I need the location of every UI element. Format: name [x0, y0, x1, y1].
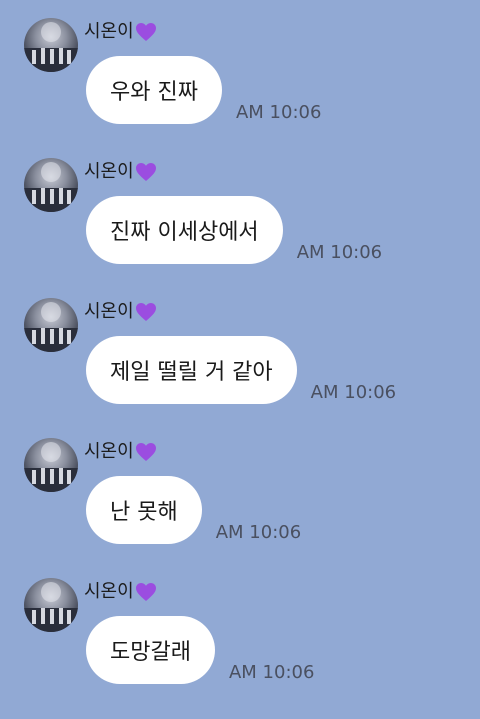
chat-message: 시온이 우와 진짜 AM 10:06: [0, 0, 480, 130]
purple-heart-icon: [135, 162, 157, 182]
message-time: AM 10:06: [228, 662, 315, 683]
avatar[interactable]: [24, 438, 78, 492]
purple-heart-icon: [135, 582, 157, 602]
chat-message: 시온이 진짜 이세상에서 AM 10:06: [0, 140, 480, 270]
avatar[interactable]: [24, 158, 78, 212]
sender-name: 시온이: [84, 21, 134, 42]
message-time: AM 10:06: [296, 242, 383, 263]
chat-message-list: 시온이 우와 진짜 AM 10:06 시온이 진짜 이세상에서 AM 10:06…: [0, 0, 480, 719]
message-time: AM 10:06: [215, 522, 302, 543]
avatar[interactable]: [24, 18, 78, 72]
sender-name: 시온이: [84, 581, 134, 602]
purple-heart-icon: [135, 302, 157, 322]
message-time: AM 10:06: [310, 382, 397, 403]
message-bubble[interactable]: 우와 진짜: [86, 56, 222, 124]
sender-name: 시온이: [84, 441, 134, 462]
chat-message: 시온이 난 못해 AM 10:06: [0, 420, 480, 550]
chat-message: 시온이 제일 떨릴 거 같아 AM 10:06: [0, 280, 480, 410]
message-bubble[interactable]: 난 못해: [86, 476, 202, 544]
sender-name: 시온이: [84, 161, 134, 182]
purple-heart-icon: [135, 442, 157, 462]
avatar[interactable]: [24, 298, 78, 352]
purple-heart-icon: [135, 22, 157, 42]
chat-message: 시온이 도망갈래 AM 10:06: [0, 560, 480, 690]
message-bubble[interactable]: 진짜 이세상에서: [86, 196, 283, 264]
avatar[interactable]: [24, 578, 78, 632]
message-bubble[interactable]: 제일 떨릴 거 같아: [86, 336, 297, 404]
sender-name: 시온이: [84, 301, 134, 322]
message-bubble[interactable]: 도망갈래: [86, 616, 215, 684]
message-time: AM 10:06: [235, 102, 322, 123]
